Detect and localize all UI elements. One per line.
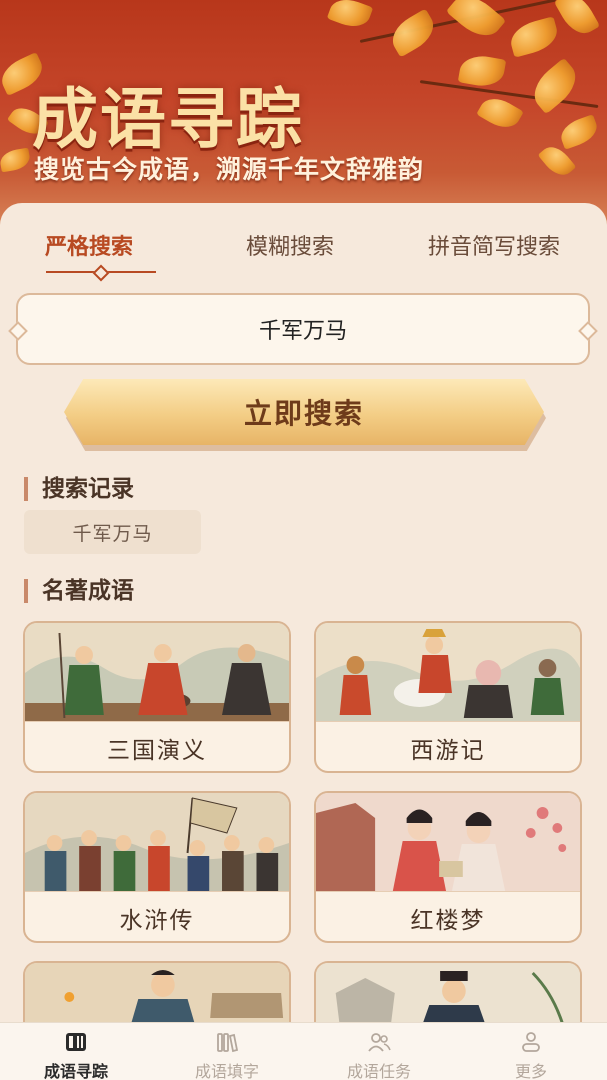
- tab-pinyin-search[interactable]: 拼音简写搜索: [428, 229, 560, 261]
- classic-card-sanguo[interactable]: 三国演义: [23, 621, 291, 773]
- tab-fuzzy-search[interactable]: 模糊搜索: [246, 229, 334, 261]
- classic-card-partial[interactable]: [314, 961, 582, 1023]
- tab-strict-search[interactable]: 严格搜索: [45, 229, 133, 261]
- app-title: 成语寻踪: [32, 80, 304, 158]
- nav-label: 更多: [514, 1062, 547, 1080]
- leaf-decoration: [0, 147, 32, 173]
- search-box[interactable]: [16, 293, 590, 365]
- books-icon: [217, 1033, 239, 1053]
- nav-item-chengyu-xunzong[interactable]: 成语寻踪: [1, 1023, 151, 1080]
- card-title: 水浒传: [25, 891, 289, 941]
- history-section-title: 搜索记录: [24, 477, 134, 501]
- card-title: 西游记: [316, 721, 580, 771]
- leaf-decoration: [525, 57, 585, 115]
- search-input[interactable]: [18, 316, 588, 342]
- nav-item-chengyu-tianzi[interactable]: 成语填字: [152, 1023, 302, 1080]
- active-tab-indicator: [46, 271, 156, 273]
- leaf-decoration: [476, 91, 524, 135]
- card-title: 三国演义: [25, 721, 289, 771]
- nav-label: 成语填字: [194, 1062, 259, 1080]
- nav-item-more[interactable]: 更多: [456, 1023, 606, 1080]
- app-subtitle: 搜览古今成语，溯源千年文辞雅韵: [34, 155, 425, 184]
- classic-card-hongloumeng[interactable]: 红楼梦: [314, 791, 582, 943]
- partial-illustration: [316, 963, 580, 1023]
- nav-item-chengyu-renwu[interactable]: 成语任务: [304, 1023, 454, 1080]
- partial-illustration: [25, 963, 289, 1023]
- leaf-decoration: [457, 52, 507, 90]
- bottom-navigation: 成语寻踪 成语填字 成语任务 更多: [0, 1022, 607, 1080]
- classic-card-xiyouji[interactable]: 西游记: [314, 621, 582, 773]
- leaf-decoration: [553, 0, 601, 41]
- nav-label: 成语寻踪: [43, 1062, 108, 1080]
- search-panel: 严格搜索 模糊搜索 拼音简写搜索 立即搜索 搜索记录 千军万马 名著成语 三国演…: [0, 203, 607, 1023]
- hongloumeng-illustration: [316, 793, 580, 891]
- classics-section-title: 名著成语: [24, 579, 134, 603]
- search-button[interactable]: 立即搜索: [64, 379, 544, 445]
- xiyouji-illustration: [316, 623, 580, 721]
- sanguo-illustration: [25, 623, 289, 721]
- shuihu-illustration: [25, 793, 289, 891]
- leaf-decoration: [506, 16, 562, 58]
- user-icon: [522, 1032, 540, 1052]
- leaf-decoration: [385, 8, 441, 58]
- leaf-decoration: [326, 0, 374, 33]
- nav-label: 成语任务: [346, 1062, 411, 1080]
- leaf-decoration: [557, 114, 601, 150]
- classic-card-partial[interactable]: [23, 961, 291, 1023]
- classic-card-shuihu[interactable]: 水浒传: [23, 791, 291, 943]
- book-icon: [66, 1033, 86, 1051]
- search-mode-tabs: 严格搜索 模糊搜索 拼音简写搜索: [0, 203, 607, 283]
- card-title: 红楼梦: [316, 891, 580, 941]
- header-banner: 成语寻踪 搜览古今成语，溯源千年文辞雅韵: [0, 0, 607, 230]
- users-icon: [368, 1033, 391, 1052]
- history-chip[interactable]: 千军万马: [24, 510, 201, 554]
